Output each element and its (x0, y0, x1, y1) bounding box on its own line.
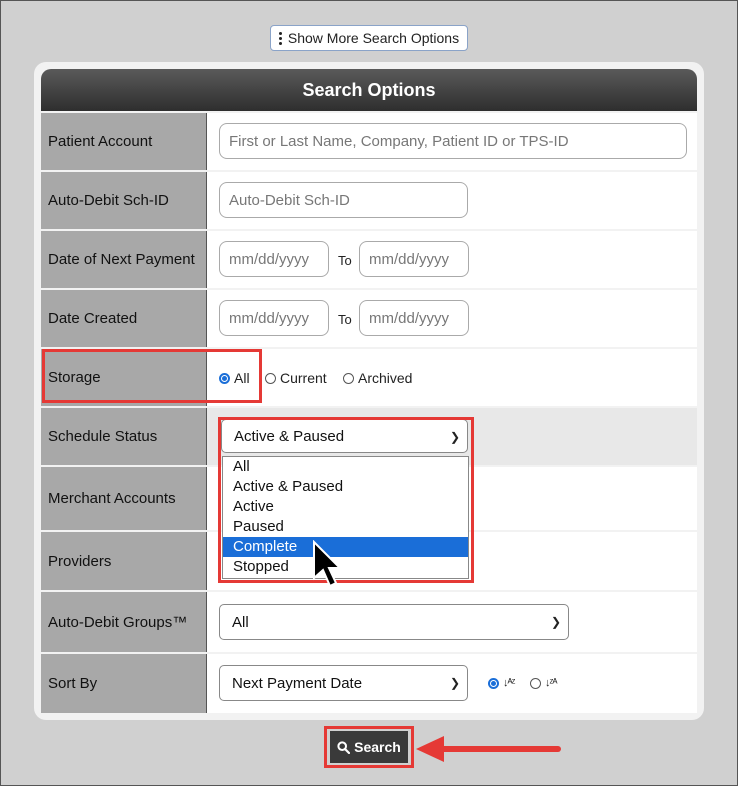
groups-select[interactable]: All ❯ (219, 604, 569, 640)
label-patient-account: Patient Account (41, 113, 207, 170)
dropdown-option[interactable]: Active (223, 497, 468, 517)
sort-descending-option[interactable]: ↓ᶻᴬ (530, 677, 557, 689)
chevron-down-icon: ❯ (449, 676, 460, 690)
label-providers: Providers (41, 532, 207, 590)
chevron-down-icon: ❯ (449, 430, 460, 444)
row-storage: Storage All Current Archived (41, 349, 697, 406)
to-label: To (338, 253, 352, 268)
row-date-created: Date Created mm/dd/yyyy To mm/dd/yyyy (41, 290, 697, 347)
storage-current-option[interactable]: Current (265, 370, 327, 386)
dropdown-option[interactable]: Stopped (223, 557, 468, 577)
label-sort-by: Sort By (41, 654, 207, 713)
label-next-payment: Date of Next Payment (41, 231, 207, 288)
row-patient-account: Patient Account First or Last Name, Comp… (41, 113, 697, 170)
auto-debit-id-input[interactable]: Auto-Debit Sch-ID (219, 182, 468, 218)
radio-icon[interactable] (265, 372, 276, 384)
dropdown-option[interactable]: All (223, 457, 468, 477)
red-arrow-icon (416, 736, 561, 762)
vertical-dots-icon (278, 31, 282, 45)
panel-title: Search Options (41, 69, 697, 111)
search-button[interactable]: Search (330, 731, 408, 763)
radio-icon[interactable] (530, 677, 541, 689)
sort-ascending-option[interactable]: ↓ᴬᶻ (488, 677, 515, 689)
row-next-payment: Date of Next Payment mm/dd/yyyy To mm/dd… (41, 231, 697, 288)
row-sort-by: Sort By Next Payment Date ❯ ↓ᴬᶻ ↓ᶻᴬ (41, 654, 697, 713)
radio-selected-icon[interactable] (488, 677, 499, 689)
sort-ascending-icon: ↓ᴬᶻ (503, 677, 515, 689)
sort-by-select[interactable]: Next Payment Date ❯ (219, 665, 468, 701)
label-auto-debit-id: Auto-Debit Sch-ID (41, 172, 207, 229)
dropdown-option-highlighted[interactable]: Complete (223, 537, 468, 557)
sort-descending-icon: ↓ᶻᴬ (545, 677, 557, 689)
label-schedule-status: Schedule Status (41, 408, 207, 465)
radio-icon[interactable] (343, 372, 354, 384)
dropdown-option[interactable]: Active & Paused (223, 477, 468, 497)
row-groups: Auto-Debit Groups™ All ❯ (41, 592, 697, 652)
patient-account-input[interactable]: First or Last Name, Company, Patient ID … (219, 123, 687, 159)
show-more-search-options-button[interactable]: Show More Search Options (270, 25, 468, 51)
dropdown-option[interactable]: Paused (223, 517, 468, 537)
storage-archived-option[interactable]: Archived (343, 370, 412, 386)
date-created-to-input[interactable]: mm/dd/yyyy (359, 300, 469, 336)
storage-all-option[interactable]: All (219, 370, 250, 386)
label-merchant-accounts: Merchant Accounts (41, 467, 207, 530)
schedule-status-select[interactable]: Active & Paused ❯ (221, 419, 468, 453)
label-date-created: Date Created (41, 290, 207, 347)
next-payment-to-input[interactable]: mm/dd/yyyy (359, 241, 469, 277)
show-more-label: Show More Search Options (287, 30, 460, 46)
date-created-from-input[interactable]: mm/dd/yyyy (219, 300, 329, 336)
next-payment-from-input[interactable]: mm/dd/yyyy (219, 241, 329, 277)
row-auto-debit-id: Auto-Debit Sch-ID Auto-Debit Sch-ID (41, 172, 697, 229)
schedule-status-dropdown: All Active & Paused Active Paused Comple… (222, 456, 469, 579)
radio-selected-icon[interactable] (219, 372, 230, 384)
label-storage: Storage (41, 349, 207, 406)
search-icon (337, 740, 351, 754)
mouse-cursor-icon (313, 540, 342, 588)
search-label: Search (354, 739, 401, 755)
to-label: To (338, 312, 352, 327)
label-groups: Auto-Debit Groups™ (41, 592, 207, 652)
chevron-down-icon: ❯ (550, 615, 561, 629)
